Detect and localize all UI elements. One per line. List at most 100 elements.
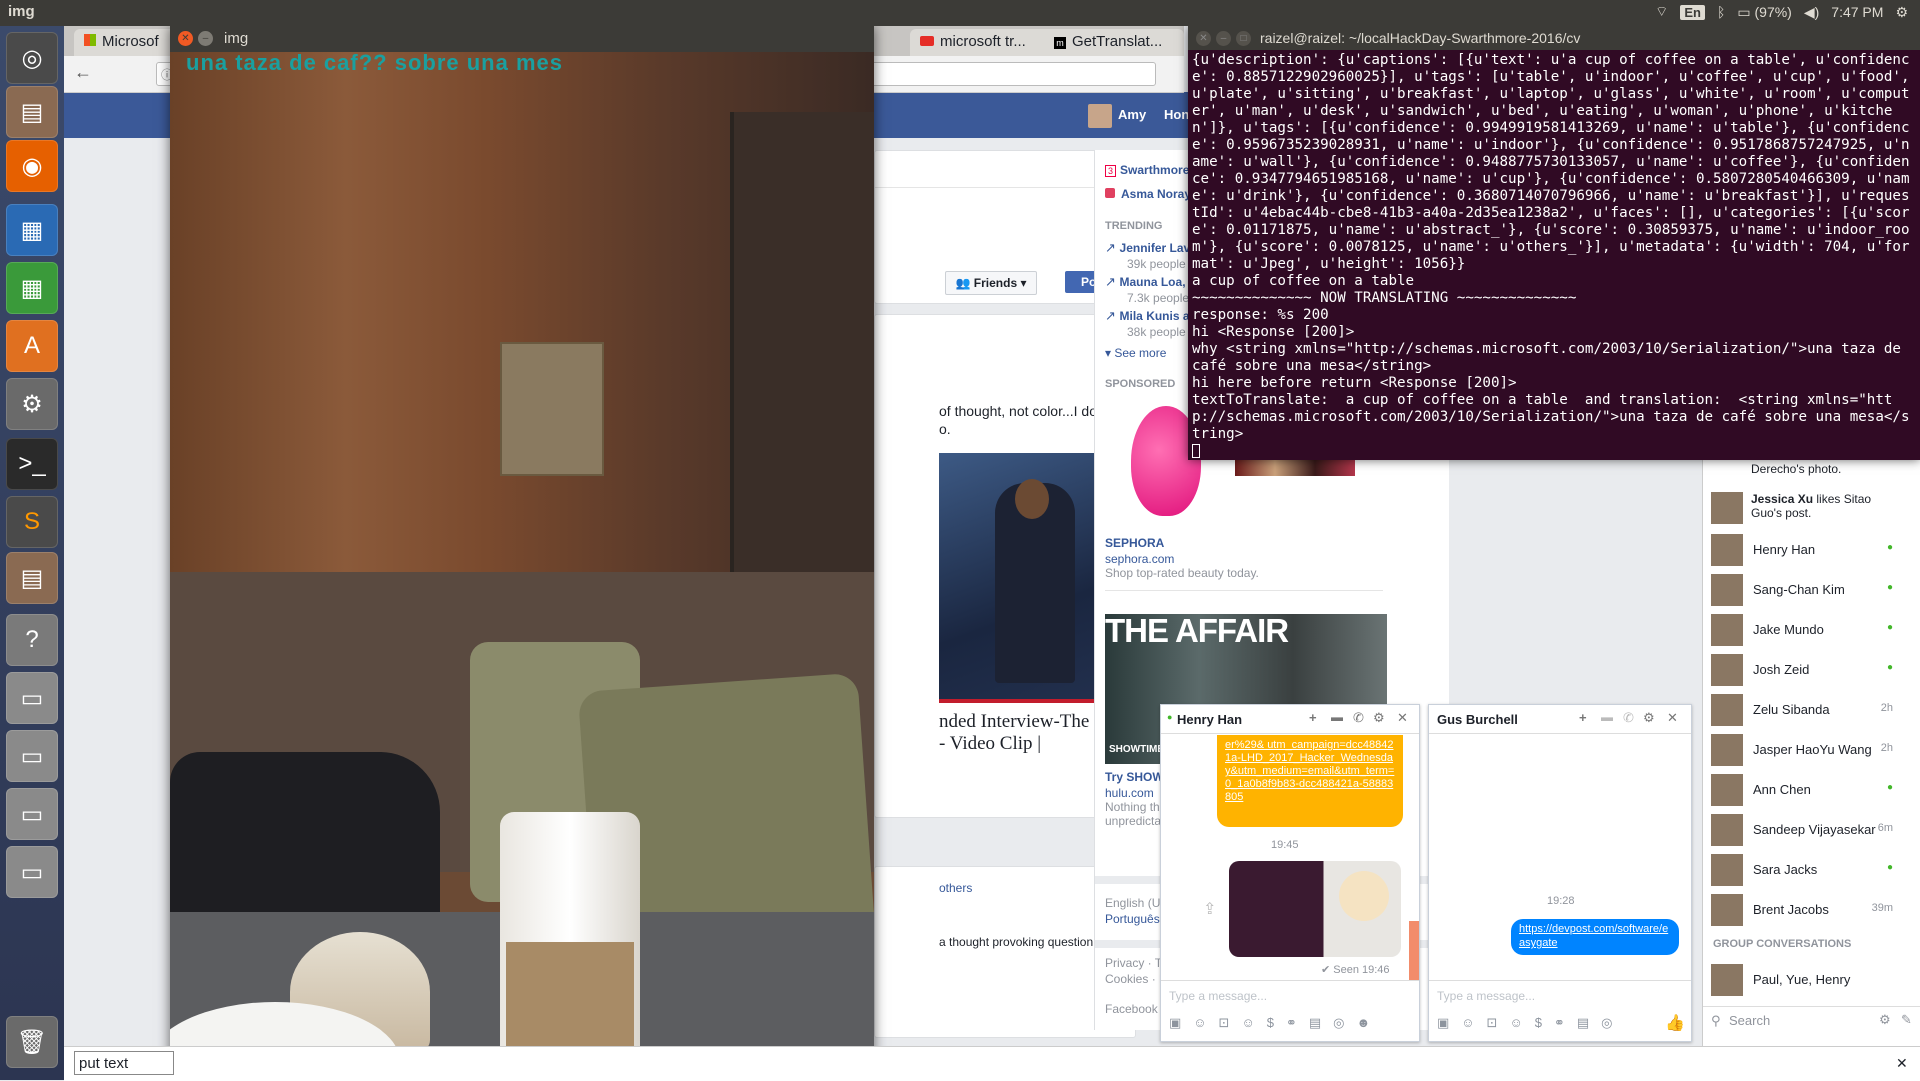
libreoffice-writer-icon[interactable]: ▦ <box>6 204 58 256</box>
software-center-icon[interactable]: A <box>6 320 58 372</box>
trash-icon[interactable]: 🗑 <box>6 1016 58 1068</box>
message-input[interactable]: Type a message... <box>1169 989 1267 1003</box>
drive-icon[interactable]: ▭ <box>6 672 58 724</box>
minimize-button[interactable]: – <box>198 31 213 46</box>
shared-screenshot-image[interactable] <box>1229 861 1401 957</box>
friend-item-zelu-sibanda[interactable]: Zelu Sibanda 2h <box>1703 690 1903 730</box>
close-icon[interactable]: ✕ <box>1896 1055 1908 1072</box>
back-arrow-icon[interactable]: ← <box>74 62 92 83</box>
gear-icon[interactable]: ⚙ <box>1643 710 1655 726</box>
video-call-icon[interactable]: ▬ <box>1601 710 1613 724</box>
help-icon[interactable]: ? <box>6 614 58 666</box>
terminal-icon[interactable]: >_ <box>6 438 58 490</box>
plate-image <box>1339 871 1389 921</box>
battery-indicator[interactable]: ▭ (97%) <box>1737 4 1791 21</box>
system-settings-icon[interactable]: ⚙ <box>6 378 58 430</box>
put-text-input[interactable]: put text <box>74 1051 174 1075</box>
message-bubble[interactable]: er%29& utm_campaign=dcc488421a-LHD_2017_… <box>1217 735 1403 827</box>
minimize-button[interactable]: – <box>1216 31 1231 46</box>
sephora-url[interactable]: sephora.com <box>1105 552 1174 566</box>
friend-item-sara-jacks[interactable]: Sara Jacks ● <box>1703 850 1903 890</box>
friend-item-josh-zeid[interactable]: Josh Zeid ● <box>1703 650 1903 690</box>
close-button[interactable]: ✕ <box>1196 31 1211 46</box>
friend-item-sandeep-vijayasekar[interactable]: Sandeep Vijayasekar 6m <box>1703 810 1903 850</box>
affair-url[interactable]: hulu.com <box>1105 786 1154 800</box>
ubuntu-dash-icon[interactable]: ◎ <box>6 32 58 84</box>
close-button[interactable]: ✕ <box>178 31 193 46</box>
friend-name: Henry Han <box>1753 542 1816 557</box>
gear-icon[interactable]: ⚙ <box>1879 1012 1891 1028</box>
libreoffice-calc-icon[interactable]: ▦ <box>6 262 58 314</box>
drive-icon[interactable]: ▭ <box>6 846 58 898</box>
tab-label: Microsof <box>102 33 159 50</box>
video-call-icon[interactable]: ▬ <box>1331 710 1343 724</box>
profile-link[interactable]: Amy <box>1118 107 1146 122</box>
add-person-icon[interactable]: + <box>1309 710 1317 725</box>
message-link-bubble[interactable]: https://devpost.com/software/easygate <box>1511 919 1679 955</box>
sidebar-search[interactable]: ⚲ Search ⚙ ✎ <box>1703 1006 1920 1035</box>
bluetooth-icon[interactable]: ᛒ <box>1717 4 1725 20</box>
gear-icon[interactable]: ⚙ <box>1895 4 1908 21</box>
avatar <box>1711 774 1743 806</box>
wifi-icon[interactable]: ⌔ <box>1655 3 1668 21</box>
shortcut-asma[interactable]: Asma Noray <box>1105 186 1191 201</box>
avatar <box>1711 894 1743 926</box>
maximize-button[interactable]: □ <box>1236 31 1251 46</box>
drive-icon[interactable]: ▭ <box>6 788 58 840</box>
files-icon-2[interactable]: ▤ <box>6 552 58 604</box>
friend-item-henry-han[interactable]: Henry Han ● <box>1703 530 1903 570</box>
share-icon[interactable]: ⇪ <box>1203 899 1216 919</box>
trending-item[interactable]: ↗ Jennifer Lav 39k people <box>1105 240 1190 271</box>
friend-item-jasper-haoyu-wang[interactable]: Jasper HaoYu Wang 2h <box>1703 730 1903 770</box>
drive-icon[interactable]: ▭ <box>6 730 58 782</box>
avatar <box>1711 574 1743 606</box>
ticker-name: Jessica Xu <box>1751 492 1814 506</box>
chat-title[interactable]: Henry Han <box>1177 712 1242 727</box>
chat-tools-icons[interactable]: ▣☺⊡☺$⚭▤◎ <box>1437 1015 1624 1031</box>
files-icon[interactable]: ▤ <box>6 86 58 138</box>
trending-item[interactable]: ↗ Mila Kunis a 38k people <box>1105 308 1190 339</box>
firefox-icon[interactable]: ◉ <box>6 140 58 192</box>
ticker-item[interactable]: Jessica Xu likes Sitao Guo's post. <box>1711 492 1911 526</box>
chat-title[interactable]: Gus Burchell <box>1437 712 1518 727</box>
sephora-brand[interactable]: SEPHORA <box>1105 536 1164 550</box>
clock[interactable]: 7:47 PM <box>1831 4 1883 20</box>
friend-item-sang-chan-kim[interactable]: Sang-Chan Kim ● <box>1703 570 1903 610</box>
sidebar-search-placeholder: Search <box>1729 1013 1771 1028</box>
chat-header[interactable]: ● Henry Han + ▬ ✆ ⚙ ✕ <box>1161 705 1419 734</box>
img-window-titlebar[interactable]: ✕ – img <box>170 26 874 52</box>
online-status: ● <box>1886 622 1893 633</box>
trending-item[interactable]: ↗ Mauna Loa, 7.3k people <box>1105 274 1189 305</box>
online-status: ● <box>1886 862 1893 873</box>
terminal-output[interactable]: {u'description': {u'captions': [{u'text'… <box>1188 52 1920 452</box>
ticker-item[interactable]: Derecho's photo. <box>1711 462 1911 476</box>
group-conversation-item[interactable]: Paul, Yue, Henry <box>1703 960 1903 1000</box>
friend-item-ann-chen[interactable]: Ann Chen ● <box>1703 770 1903 810</box>
message-input[interactable]: Type a message... <box>1437 989 1535 1003</box>
others-link[interactable]: others <box>939 881 972 895</box>
chat-tools-icons[interactable]: ▣☺⊡☺$⚭▤◎☻ <box>1169 1015 1382 1031</box>
close-icon[interactable]: ✕ <box>1667 710 1678 726</box>
shortcut-swarthmore[interactable]: 3 Swarthmore <box>1105 162 1189 177</box>
video-title[interactable]: nded Interview-The - Video Clip | <box>939 711 1089 755</box>
notification-badge: 3 <box>1105 165 1117 177</box>
home-link[interactable]: Hon <box>1164 107 1189 122</box>
chat-header[interactable]: Gus Burchell + ▬ ✆ ⚙ ✕ <box>1429 705 1691 734</box>
close-icon[interactable]: ✕ <box>1397 710 1408 726</box>
input-method-indicator[interactable]: En <box>1680 4 1705 20</box>
like-icon[interactable]: 👍 <box>1665 1013 1685 1033</box>
tab-gettranslation[interactable]: m GetTranslat... <box>1044 29 1184 56</box>
phone-icon[interactable]: ✆ <box>1353 710 1364 726</box>
add-person-icon[interactable]: + <box>1579 710 1587 725</box>
see-more-link[interactable]: ▾ See more <box>1105 346 1166 360</box>
friends-privacy-button[interactable]: 👥 Friends ▾ <box>945 271 1037 295</box>
gear-icon[interactable]: ⚙ <box>1373 710 1385 726</box>
friend-item-jake-mundo[interactable]: Jake Mundo ● <box>1703 610 1903 650</box>
phone-icon[interactable]: ✆ <box>1623 710 1634 726</box>
sublime-text-icon[interactable]: S <box>6 496 58 548</box>
user-avatar[interactable] <box>1088 104 1112 128</box>
friend-item-brent-jacobs[interactable]: Brent Jacobs 39m <box>1703 890 1903 930</box>
terminal-titlebar[interactable]: ✕ – □ raizel@raizel: ~/localHackDay-Swar… <box>1188 26 1920 50</box>
compose-icon[interactable]: ✎ <box>1901 1012 1912 1028</box>
volume-icon[interactable]: ◀) <box>1804 4 1819 21</box>
